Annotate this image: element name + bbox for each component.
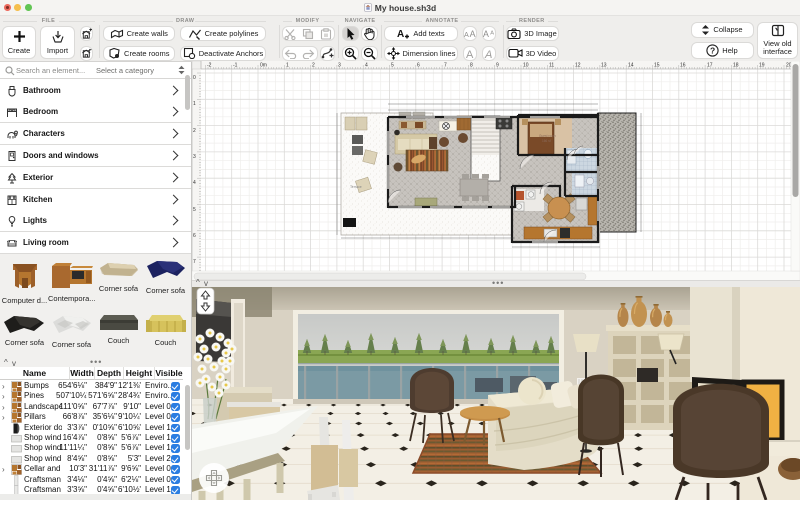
svg-text:A: A xyxy=(397,29,404,40)
svg-text:3: 3 xyxy=(338,63,341,69)
svg-text:2: 2 xyxy=(193,128,196,134)
svg-text:A: A xyxy=(466,49,474,59)
svg-text:6: 6 xyxy=(193,233,196,239)
svg-text:A: A xyxy=(469,29,475,39)
svg-text:?: ? xyxy=(710,45,715,55)
svg-text:3: 3 xyxy=(193,154,196,160)
svg-text:9: 9 xyxy=(496,63,499,69)
svg-text:2: 2 xyxy=(312,63,315,69)
svg-text:Terrace: Terrace xyxy=(350,185,362,189)
svg-text:18: 18 xyxy=(733,63,739,69)
svg-text:1: 1 xyxy=(286,63,289,69)
svg-text:16: 16 xyxy=(680,63,686,69)
svg-text:19: 19 xyxy=(759,63,765,69)
svg-text:5: 5 xyxy=(193,207,196,213)
svg-text:166 sf: 166 sf xyxy=(542,139,551,143)
svg-text:7: 7 xyxy=(193,259,196,265)
svg-text:4: 4 xyxy=(193,180,196,186)
svg-text:10: 10 xyxy=(523,63,529,69)
svg-text:13: 13 xyxy=(601,63,607,69)
svg-text:15: 15 xyxy=(654,63,660,69)
svg-text:0m: 0m xyxy=(260,63,267,69)
svg-text:A: A xyxy=(483,29,489,39)
svg-text:1: 1 xyxy=(193,101,196,107)
svg-text:A: A xyxy=(490,31,494,37)
svg-text:4: 4 xyxy=(365,63,368,69)
svg-text:-2: -2 xyxy=(207,63,212,69)
svg-text:14: 14 xyxy=(628,63,634,69)
svg-text:8: 8 xyxy=(470,63,473,69)
svg-text:7: 7 xyxy=(444,63,447,69)
svg-text:12: 12 xyxy=(575,63,581,69)
svg-text:Guest room: Guest room xyxy=(539,134,556,138)
svg-text:A: A xyxy=(484,49,492,59)
svg-text:5: 5 xyxy=(391,63,394,69)
svg-text:11: 11 xyxy=(549,63,554,69)
svg-text:A: A xyxy=(464,30,469,39)
svg-text:17: 17 xyxy=(707,63,713,69)
svg-text:-1: -1 xyxy=(233,63,238,69)
svg-text:6: 6 xyxy=(417,63,420,69)
svg-text:0: 0 xyxy=(193,75,196,81)
